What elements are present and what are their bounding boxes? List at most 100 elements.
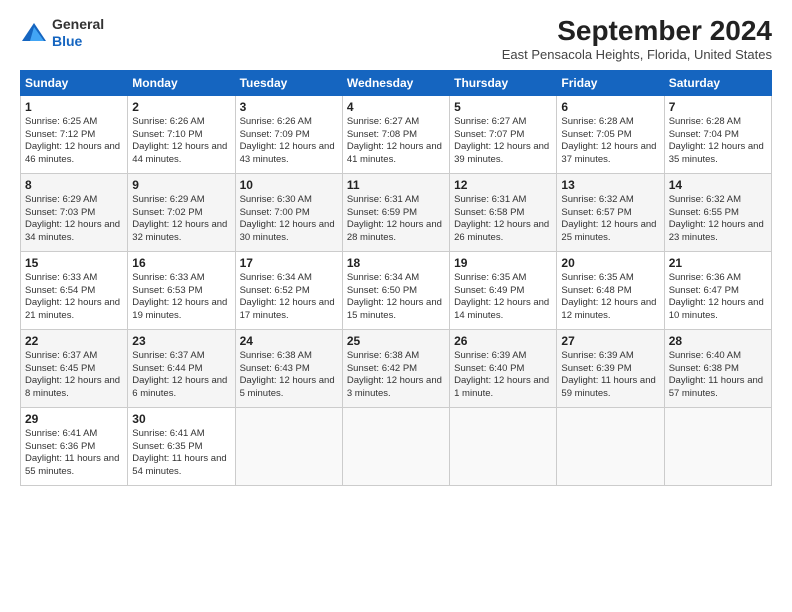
sunset: Sunset: 6:40 PM [454,363,524,374]
sunrise: Sunrise: 6:39 AM [561,350,633,361]
calendar-cell: 6Sunrise: 6:28 AMSunset: 7:05 PMDaylight… [557,95,664,173]
day-number: 23 [132,334,230,348]
cell-content: Sunrise: 6:41 AMSunset: 6:35 PMDaylight:… [132,428,230,479]
sunset: Sunset: 6:50 PM [347,285,417,296]
calendar-cell: 15Sunrise: 6:33 AMSunset: 6:54 PMDayligh… [21,251,128,329]
calendar-cell: 14Sunrise: 6:32 AMSunset: 6:55 PMDayligh… [664,173,771,251]
sunrise: Sunrise: 6:29 AM [132,194,204,205]
calendar-cell [557,407,664,485]
calendar-cell: 19Sunrise: 6:35 AMSunset: 6:49 PMDayligh… [450,251,557,329]
sunset: Sunset: 7:04 PM [669,129,739,140]
day-number: 7 [669,100,767,114]
day-number: 19 [454,256,552,270]
day-number: 1 [25,100,123,114]
daylight: Daylight: 12 hours and 5 minutes. [240,375,335,399]
cell-content: Sunrise: 6:26 AMSunset: 7:10 PMDaylight:… [132,116,230,167]
day-number: 10 [240,178,338,192]
calendar-cell: 12Sunrise: 6:31 AMSunset: 6:58 PMDayligh… [450,173,557,251]
logo-text: General Blue [52,16,104,50]
cell-content: Sunrise: 6:26 AM Sunset: 7:09 PMDaylight:… [240,116,338,167]
sunset: Sunset: 6:57 PM [561,207,631,218]
daylight: Daylight: 12 hours and 8 minutes. [25,375,120,399]
cell-content: Sunrise: 6:40 AMSunset: 6:38 PMDaylight:… [669,350,767,401]
day-number: 28 [669,334,767,348]
day-number: 27 [561,334,659,348]
sunrise: Sunrise: 6:26 AM [132,116,204,127]
sunrise: Sunrise: 6:27 AM [454,116,526,127]
sunset: Sunset: 7:10 PM [132,129,202,140]
daylight: Daylight: 12 hours and 43 minutes. [240,141,335,165]
daylight: Daylight: 12 hours and 37 minutes. [561,141,656,165]
sunset: Sunset: 7:03 PM [25,207,95,218]
day-number: 30 [132,412,230,426]
sunrise: Sunrise: 6:39 AM [454,350,526,361]
sunset: Sunset: 7:02 PM [132,207,202,218]
column-header-thursday: Thursday [450,70,557,95]
sunset: Sunset: 6:49 PM [454,285,524,296]
day-number: 13 [561,178,659,192]
daylight: Daylight: 12 hours and 34 minutes. [25,219,120,243]
day-number: 4 [347,100,445,114]
calendar-cell: 5Sunrise: 6:27 AMSunset: 7:07 PMDaylight… [450,95,557,173]
calendar-cell: 28 Sunrise: 6:40 AMSunset: 6:38 PMDayligh… [664,329,771,407]
day-number: 3 [240,100,338,114]
sunset: Sunset: 7:00 PM [240,207,310,218]
sunrise: Sunrise: 6:28 AM [669,116,741,127]
day-number: 16 [132,256,230,270]
logo-general: General [52,16,104,32]
daylight: Daylight: 12 hours and 23 minutes. [669,219,764,243]
day-number: 8 [25,178,123,192]
cell-content: Sunrise: 6:41 AMSunset: 6:36 PMDaylight:… [25,428,123,479]
daylight: Daylight: 12 hours and 17 minutes. [240,297,335,321]
day-number: 20 [561,256,659,270]
day-number: 11 [347,178,445,192]
daylight: Daylight: 12 hours and 6 minutes. [132,375,227,399]
cell-content: Sunrise: 6:34 AMSunset: 6:52 PMDaylight:… [240,272,338,323]
calendar-cell: 4Sunrise: 6:27 AMSunset: 7:08 PMDaylight… [342,95,449,173]
cell-content: Sunrise: 6:38 AMSunset: 6:42 PMDaylight:… [347,350,445,401]
column-header-tuesday: Tuesday [235,70,342,95]
calendar-cell: 29Sunrise: 6:41 AMSunset: 6:36 PMDayligh… [21,407,128,485]
daylight: Daylight: 12 hours and 1 minute. [454,375,549,399]
cell-content: Sunrise: 6:28 AMSunset: 7:04 PMDaylight:… [669,116,767,167]
daylight: Daylight: 12 hours and 12 minutes. [561,297,656,321]
sunrise: Sunrise: 6:26 AM [240,116,312,127]
calendar-cell: 23 Sunrise: 6:37 AM Sunset: 6:44 PMDayligh… [128,329,235,407]
day-number: 18 [347,256,445,270]
calendar-cell: 30Sunrise: 6:41 AMSunset: 6:35 PMDayligh… [128,407,235,485]
month-title: September 2024 [502,16,772,47]
cell-content: Sunrise: 6:39 AMSunset: 6:39 PMDaylight:… [561,350,659,401]
daylight: Daylight: 12 hours and 46 minutes. [25,141,120,165]
calendar-cell: 16Sunrise: 6:33 AMSunset: 6:53 PMDayligh… [128,251,235,329]
calendar-cell: 7Sunrise: 6:28 AMSunset: 7:04 PMDaylight… [664,95,771,173]
daylight: Daylight: 12 hours and 3 minutes. [347,375,442,399]
logo-blue: Blue [52,33,82,49]
cell-content: Sunrise: 6:32 AMSunset: 6:57 PMDaylight:… [561,194,659,245]
daylight: Daylight: 12 hours and 19 minutes. [132,297,227,321]
sunrise: Sunrise: 6:37 AM [132,350,204,361]
calendar-cell: 27 Sunrise: 6:39 AMSunset: 6:39 PMDayligh… [557,329,664,407]
sunset: Sunset: 6:58 PM [454,207,524,218]
sunset: Sunset: 6:35 PM [132,441,202,452]
calendar-cell: 22Sunrise: 6:37 AMSunset: 6:45 PMDayligh… [21,329,128,407]
sunrise: Sunrise: 6:33 AM [25,272,97,283]
page: General Blue September 2024 East Pensaco… [0,0,792,612]
calendar-cell: 1 Sunrise: 6:25 AMSunset: 7:12 PMDaylight… [21,95,128,173]
daylight: Daylight: 12 hours and 30 minutes. [240,219,335,243]
column-header-monday: Monday [128,70,235,95]
daylight: Daylight: 12 hours and 28 minutes. [347,219,442,243]
sunrise: Sunrise: 6:35 AM [454,272,526,283]
sunset: Sunset: 6:43 PM [240,363,310,374]
daylight: Daylight: 12 hours and 41 minutes. [347,141,442,165]
cell-content: Sunrise: 6:30 AMSunset: 7:00 PMDaylight:… [240,194,338,245]
calendar-cell: 10 Sunrise: 6:30 AMSunset: 7:00 PMDayligh… [235,173,342,251]
sunset: Sunset: 6:44 PM [132,363,202,374]
location: East Pensacola Heights, Florida, United … [502,47,772,62]
title-block: September 2024 East Pensacola Heights, F… [502,16,772,62]
cell-content: Sunrise: 6:37 AM Sunset: 6:44 PMDaylight:… [132,350,230,401]
sunrise: Sunrise: 6:41 AM [132,428,204,439]
sunset: Sunset: 7:09 PM [240,129,310,140]
cell-content: Sunrise: 6:25 AMSunset: 7:12 PMDaylight:… [25,116,123,167]
day-number: 6 [561,100,659,114]
day-number: 21 [669,256,767,270]
